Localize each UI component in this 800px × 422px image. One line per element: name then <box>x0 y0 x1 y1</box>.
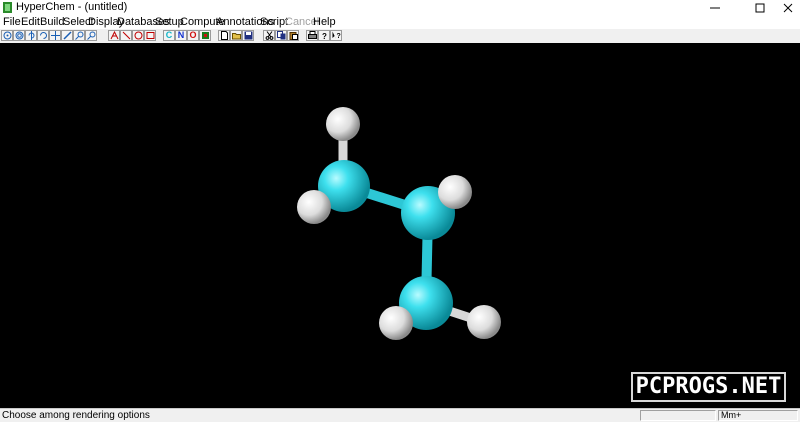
rotate-icon <box>28 31 34 40</box>
ellipse-tool-button[interactable] <box>132 30 144 41</box>
menu-edit[interactable]: Edit <box>21 16 40 28</box>
clip-tool-button[interactable] <box>85 30 97 41</box>
draw-tool-button[interactable] <box>1 30 13 41</box>
cut-button[interactable] <box>263 30 275 41</box>
cut-icon <box>265 31 273 40</box>
select-icon <box>15 31 23 40</box>
molecule-render[interactable] <box>0 43 800 408</box>
zoom-icon <box>74 31 83 40</box>
hydrogen-atom[interactable] <box>467 305 501 339</box>
rectangle-icon <box>146 32 154 39</box>
help-button[interactable]: ? <box>318 30 330 41</box>
print-icon <box>307 31 317 39</box>
save-icon <box>244 31 252 40</box>
hyperchem-app-icon <box>3 2 12 13</box>
new-icon <box>220 31 228 40</box>
svg-text:?: ? <box>336 33 340 40</box>
rotate-tool-button[interactable] <box>25 30 37 41</box>
oxygen-label: O <box>189 30 197 40</box>
print-button[interactable] <box>306 30 318 41</box>
molecule-viewport[interactable]: PCPROGS.NET <box>0 43 800 408</box>
text-tool-button[interactable] <box>108 30 120 41</box>
hydrogen-atom[interactable] <box>297 190 331 224</box>
translate-z-icon <box>62 31 72 40</box>
translate-tool-button[interactable] <box>49 30 61 41</box>
select-tool-button[interactable] <box>13 30 25 41</box>
status-message: Choose among rendering options <box>2 410 150 421</box>
menu-build[interactable]: Build <box>40 16 64 28</box>
translate-icon <box>50 31 60 40</box>
save-button[interactable] <box>242 30 254 41</box>
minimize-icon <box>710 7 720 8</box>
watermark: PCPROGS.NET <box>631 372 786 402</box>
menu-file[interactable]: File <box>3 16 21 28</box>
paste-button[interactable] <box>287 30 299 41</box>
atoms <box>297 107 501 340</box>
ellipse-icon <box>134 31 142 40</box>
maximize-button[interactable] <box>748 0 772 15</box>
rotate-z-tool-button[interactable] <box>37 30 49 41</box>
custom-element-button[interactable] <box>199 30 211 41</box>
hydrogen-atom[interactable] <box>438 175 472 209</box>
title-bar: HyperChem - (untitled) <box>0 0 800 15</box>
open-button[interactable] <box>230 30 242 41</box>
context-help-icon: ? <box>332 31 340 40</box>
status-bar: Choose among rendering options Mm+ <box>0 408 800 422</box>
carbon-element-button[interactable]: C <box>163 30 175 41</box>
status-cell-empty <box>640 410 716 421</box>
toolbar: C N O ? ? <box>0 29 800 44</box>
text-icon <box>110 31 118 40</box>
help-icon: ? <box>322 32 327 40</box>
zoom-tool-button[interactable] <box>73 30 85 41</box>
menu-script[interactable]: Script <box>260 16 288 28</box>
line-tool-button[interactable] <box>120 30 132 41</box>
copy-button[interactable] <box>275 30 287 41</box>
menu-help[interactable]: Help <box>313 16 336 28</box>
minimize-button[interactable] <box>703 0 727 15</box>
status-units: Mm+ <box>718 410 798 421</box>
draw-icon <box>3 31 11 40</box>
window-title: HyperChem - (untitled) <box>16 1 128 13</box>
paste-icon <box>289 32 298 40</box>
rotate-z-icon <box>39 32 47 39</box>
context-help-button[interactable]: ? <box>330 30 342 41</box>
new-button[interactable] <box>218 30 230 41</box>
close-button[interactable] <box>776 0 800 15</box>
oxygen-element-button[interactable]: O <box>187 30 199 41</box>
copy-icon <box>276 31 285 40</box>
periodic-table-icon <box>201 32 209 39</box>
carbon-label: C <box>165 30 173 40</box>
clip-icon <box>86 31 95 40</box>
nitrogen-label: N <box>177 30 185 40</box>
hydrogen-atom[interactable] <box>379 306 413 340</box>
translate-z-tool-button[interactable] <box>61 30 73 41</box>
menu-bar: File Edit Build Select Display Databases… <box>0 15 800 29</box>
nitrogen-element-button[interactable]: N <box>175 30 187 41</box>
open-icon <box>231 33 241 40</box>
hydrogen-atom[interactable] <box>326 107 360 141</box>
maximize-icon <box>755 3 765 12</box>
rectangle-tool-button[interactable] <box>144 30 156 41</box>
svg-text:?: ? <box>322 32 327 40</box>
line-icon <box>122 31 130 40</box>
close-icon <box>783 3 793 12</box>
